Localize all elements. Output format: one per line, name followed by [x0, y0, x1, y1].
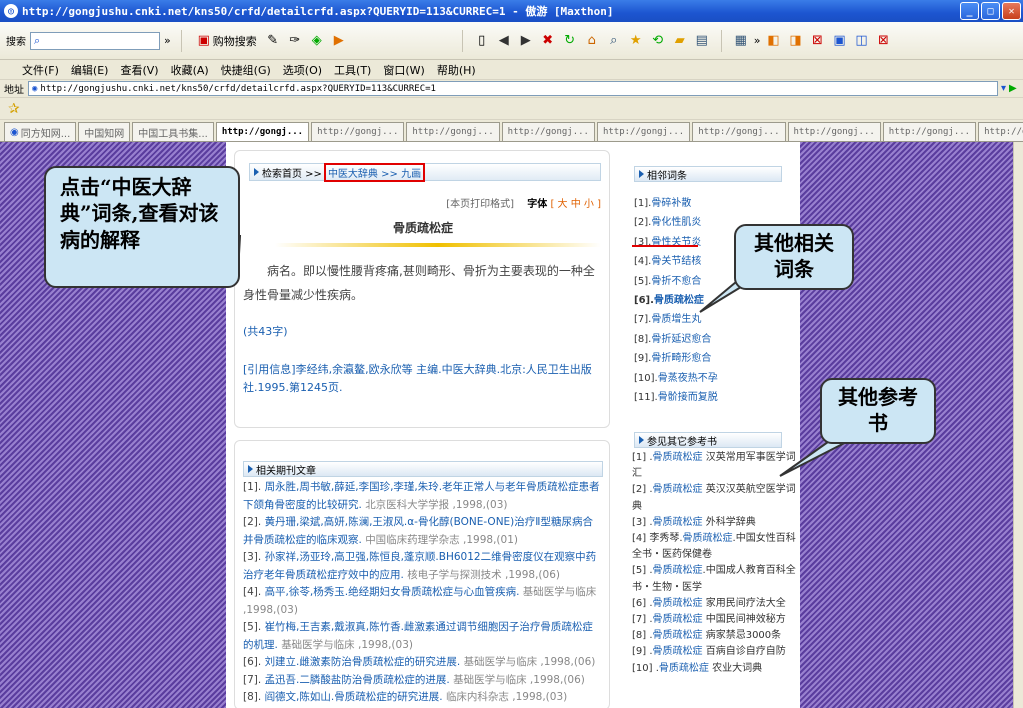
dropdown-icon[interactable]: ▾ [1001, 83, 1006, 94]
notepad-icon[interactable]: ▤ [693, 32, 711, 50]
refresh-icon[interactable]: ↻ [561, 32, 579, 50]
window-icon[interactable]: ▣ [830, 32, 848, 50]
tab-item[interactable]: http://gongj... [501, 122, 595, 141]
address-input[interactable]: ◉ http://gongjushu.cnki.net/kns50/crfd/d… [28, 81, 998, 96]
diamond-icon[interactable]: ◈ [308, 32, 326, 50]
close-button[interactable]: ✕ [1002, 2, 1021, 20]
pencil-icon[interactable]: ✎ [264, 32, 282, 50]
tab-item[interactable]: http://gongj... [692, 122, 786, 141]
tab-item[interactable]: http://gongj... [787, 122, 881, 141]
tab-item[interactable]: http://gongj... [596, 122, 691, 141]
menu-file[interactable]: 文件(F) [22, 62, 59, 78]
search-icon: ⌕ [34, 33, 41, 47]
window-controls: _ □ ✕ [960, 2, 1021, 20]
menu-bar: 文件(F) 编辑(E) 查看(V) 收藏(A) 快捷组(G) 选项(O) 工具(… [0, 60, 1023, 80]
folder-icon[interactable]: ▰ [671, 32, 689, 50]
globe-icon: ◎ [4, 4, 18, 18]
toolbar: 搜索 ⌕ » ▣ 购物搜索 ✎ ✑ ◈ ▶ ▯ ◀ ▶ ✖ ↻ ⌂ ⌕ ★ ⟲ ▰… [0, 22, 1023, 60]
go-icon[interactable]: ▶ [1009, 83, 1017, 94]
menu-groups[interactable]: 快捷组(G) [221, 62, 271, 78]
new-page-icon[interactable]: ▯ [473, 32, 491, 50]
toolbar-divider [461, 29, 463, 52]
window-title: http://gongjushu.cnki.net/kns50/crfd/det… [22, 5, 614, 18]
cart-icon: ▣ [197, 33, 210, 48]
toolbar-divider [180, 29, 182, 52]
forward-icon[interactable]: ▶ [517, 32, 535, 50]
history-icon[interactable]: ⟲ [649, 32, 667, 50]
tab-item[interactable]: http://gongj... [978, 122, 1023, 141]
next-tab-icon[interactable]: ◨ [786, 32, 804, 50]
address-bar: 地址 ◉ http://gongjushu.cnki.net/kns50/crf… [0, 80, 1023, 98]
tab-item[interactable]: 中国知网 [78, 122, 131, 141]
tab-item-active[interactable]: http://gongj... [215, 122, 310, 141]
search-label: 搜索 [6, 37, 26, 48]
toolbar-divider [720, 29, 722, 52]
right-top-callout: 其他相关词条 [734, 224, 854, 290]
page-icon: ◉ [10, 126, 19, 138]
close-tab-icon[interactable]: ⊠ [808, 32, 826, 50]
menu-favorites[interactable]: 收藏(A) [171, 62, 209, 78]
favorite-star-icon[interactable]: ✰ [8, 101, 20, 117]
maximize-button[interactable]: □ [981, 2, 1000, 20]
tab-item[interactable]: ◉ 同方知网... [4, 122, 77, 141]
close-all-icon[interactable]: ⊠ [874, 32, 892, 50]
sidebar-icon[interactable]: ▦ [732, 32, 750, 50]
address-url: http://gongjushu.cnki.net/kns50/crfd/det… [40, 83, 436, 94]
shopping-search-button[interactable]: ▣ 购物搜索 [192, 30, 260, 52]
right-bottom-callout: 其他参考书 [820, 378, 936, 444]
toolbar-chevron[interactable]: » [164, 34, 171, 47]
menu-options[interactable]: 选项(O) [283, 62, 322, 78]
tab-item[interactable]: http://gongj... [406, 122, 500, 141]
tile-icon[interactable]: ◫ [852, 32, 870, 50]
menu-edit[interactable]: 编辑(E) [71, 62, 109, 78]
play-icon[interactable]: ▶ [330, 32, 348, 50]
tab-item[interactable]: 中国工具书集... [132, 122, 214, 141]
back-icon[interactable]: ◀ [495, 32, 513, 50]
menu-help[interactable]: 帮助(H) [437, 62, 476, 78]
vertical-scrollbar[interactable] [1013, 142, 1023, 708]
page-icon: ◉ [32, 83, 38, 94]
page-content: 检索首页 >> 中医大辞典 >> 九画 [本页打印格式] 字体 [ 大 中 小 … [0, 142, 1013, 708]
window-title-bar: ◎ http://gongjushu.cnki.net/kns50/crfd/d… [0, 0, 1023, 22]
tab-item[interactable]: http://gongj... [311, 122, 405, 141]
star-icon[interactable]: ★ [627, 32, 645, 50]
minimize-button[interactable]: _ [960, 2, 979, 20]
feather-icon[interactable]: ✑ [286, 32, 304, 50]
prev-tab-icon[interactable]: ◧ [764, 32, 782, 50]
search-input[interactable]: ⌕ [30, 31, 160, 50]
home-icon[interactable]: ⌂ [583, 32, 601, 50]
menu-view[interactable]: 查看(V) [120, 62, 158, 78]
tab-item[interactable]: http://gongj... [882, 122, 977, 141]
address-label: 地址 [4, 85, 24, 96]
menu-window[interactable]: 窗口(W) [383, 62, 424, 78]
toolbar-chevron-2[interactable]: » [754, 34, 761, 47]
stop-icon[interactable]: ✖ [539, 32, 557, 50]
left-callout: 点击“中医大辞典”词条,查看对该病的解释 [44, 166, 240, 288]
menu-tools[interactable]: 工具(T) [334, 62, 371, 78]
favorites-bar: ✰ [0, 98, 1023, 120]
tab-bar: ◉ 同方知网... 中国知网 中国工具书集... http://gongj... … [0, 120, 1023, 142]
search-tool-icon[interactable]: ⌕ [605, 32, 623, 50]
